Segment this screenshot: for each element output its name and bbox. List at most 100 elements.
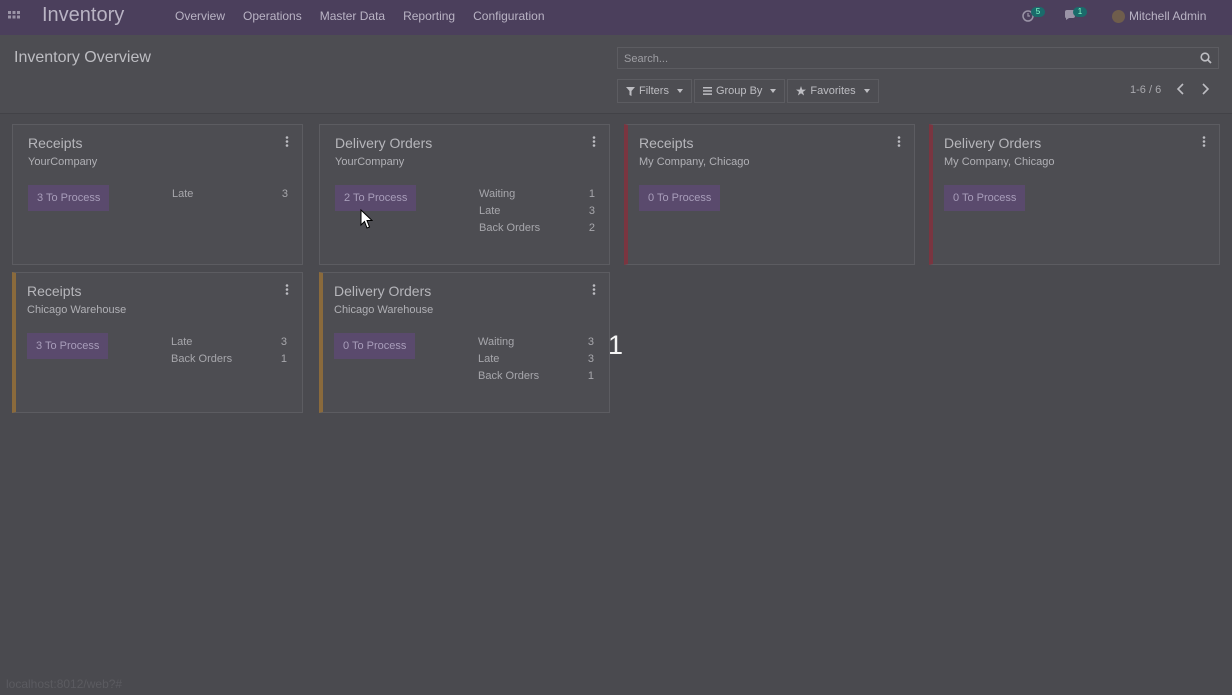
favorites-label: Favorites bbox=[810, 85, 856, 97]
vertical-dots-icon[interactable] bbox=[1202, 136, 1206, 147]
filters-label: Filters bbox=[639, 85, 669, 97]
group-by-button[interactable]: Group By bbox=[693, 79, 786, 103]
to-process-button[interactable]: 0 To Process bbox=[639, 185, 721, 211]
card-subtitle: Chicago Warehouse bbox=[334, 304, 434, 316]
apps-grid-icon[interactable] bbox=[8, 11, 20, 23]
stat-back-orders[interactable]: Back Orders 1 bbox=[478, 370, 594, 387]
caret-down-icon bbox=[863, 89, 870, 93]
stat-value: 3 bbox=[588, 205, 595, 217]
card-subtitle: YourCompany bbox=[28, 156, 98, 168]
stat-late[interactable]: Late 3 bbox=[479, 205, 595, 222]
card-stats: Late 3 Back Orders 1 bbox=[171, 336, 287, 370]
stat-label: Waiting bbox=[479, 188, 516, 200]
kanban-card-receipts-yourcompany: Receipts YourCompany 3 To Process Late 3 bbox=[12, 124, 303, 265]
search-box[interactable] bbox=[617, 47, 1219, 69]
kanban-card-receipts-chicago: Receipts My Company, Chicago 0 To Proces… bbox=[624, 124, 915, 265]
mouse-pointer-icon bbox=[360, 209, 373, 229]
card-subtitle: My Company, Chicago bbox=[944, 156, 1055, 168]
messages-chat-icon[interactable]: 1 bbox=[1064, 7, 1087, 27]
card-title[interactable]: Receipts bbox=[28, 135, 82, 151]
kanban-card-delivery-yourcompany: Delivery Orders YourCompany 2 To Process… bbox=[319, 124, 610, 265]
card-title[interactable]: Delivery Orders bbox=[335, 135, 432, 151]
filters-button[interactable]: Filters bbox=[617, 79, 692, 103]
stat-label: Late bbox=[479, 205, 501, 217]
stat-value: 3 bbox=[587, 336, 594, 348]
search-input[interactable] bbox=[622, 50, 1186, 68]
vertical-dots-icon[interactable] bbox=[285, 284, 289, 295]
menu-reporting[interactable]: Reporting bbox=[403, 9, 455, 23]
stat-value: 1 bbox=[280, 353, 287, 365]
to-process-button[interactable]: 0 To Process bbox=[944, 185, 1026, 211]
filter-funnel-icon bbox=[626, 86, 635, 96]
search-options: Filters Group By Favorites bbox=[617, 79, 879, 103]
menu-master-data[interactable]: Master Data bbox=[320, 9, 385, 23]
stat-value: 3 bbox=[281, 188, 288, 200]
user-avatar bbox=[1112, 9, 1125, 23]
card-subtitle: YourCompany bbox=[335, 156, 405, 168]
card-subtitle: Chicago Warehouse bbox=[27, 304, 127, 316]
stat-value: 3 bbox=[587, 353, 594, 365]
group-by-label: Group By bbox=[715, 85, 763, 97]
stat-waiting[interactable]: Waiting 1 bbox=[479, 188, 595, 205]
vertical-dots-icon[interactable] bbox=[285, 136, 289, 147]
main-menu: Overview Operations Master Data Reportin… bbox=[175, 9, 545, 23]
stat-back-orders[interactable]: Back Orders 1 bbox=[171, 353, 287, 370]
pager-value[interactable]: 1-6 / 6 bbox=[1130, 84, 1161, 96]
card-stats: Late 3 bbox=[172, 188, 288, 205]
activity-clock-icon[interactable]: 5 bbox=[1022, 7, 1045, 27]
to-process-button[interactable]: 2 To Process bbox=[335, 185, 417, 211]
favorites-button[interactable]: Favorites bbox=[787, 79, 879, 103]
stat-value: 1 bbox=[587, 370, 594, 382]
card-stats: Waiting 3 Late 3 Back Orders 1 bbox=[478, 336, 594, 387]
card-title[interactable]: Receipts bbox=[639, 135, 693, 151]
stat-label: Back Orders bbox=[479, 222, 541, 234]
top-navbar: Inventory Overview Operations Master Dat… bbox=[0, 0, 1232, 35]
kanban-card-delivery-chicago-warehouse: Delivery Orders Chicago Warehouse 0 To P… bbox=[319, 272, 610, 413]
to-process-button[interactable]: 0 To Process bbox=[334, 333, 416, 359]
activity-badge: 5 bbox=[1031, 7, 1045, 17]
stat-waiting[interactable]: Waiting 3 bbox=[478, 336, 594, 353]
stat-late[interactable]: Late 3 bbox=[478, 353, 594, 370]
stat-value: 1 bbox=[588, 188, 595, 200]
stat-label: Back Orders bbox=[478, 370, 540, 382]
card-title[interactable]: Delivery Orders bbox=[944, 135, 1041, 151]
card-title[interactable]: Receipts bbox=[27, 283, 81, 299]
stat-label: Late bbox=[171, 336, 193, 348]
overlay-step-number: 1 bbox=[608, 330, 624, 360]
control-panel: Inventory Overview Filters Group By Favo… bbox=[0, 35, 1232, 114]
to-process-button[interactable]: 3 To Process bbox=[27, 333, 109, 359]
list-bars-icon bbox=[702, 87, 712, 95]
messages-badge: 1 bbox=[1073, 7, 1087, 17]
caret-down-icon bbox=[770, 89, 777, 93]
card-subtitle: My Company, Chicago bbox=[639, 156, 750, 168]
stat-label: Late bbox=[172, 188, 194, 200]
card-title[interactable]: Delivery Orders bbox=[334, 283, 431, 299]
chevron-left-icon[interactable] bbox=[1176, 82, 1186, 96]
vertical-dots-icon[interactable] bbox=[592, 284, 596, 295]
vertical-dots-icon[interactable] bbox=[897, 136, 901, 147]
card-stats: Waiting 1 Late 3 Back Orders 2 bbox=[479, 188, 595, 239]
page-title: Inventory Overview bbox=[14, 49, 151, 66]
stat-label: Waiting bbox=[478, 336, 515, 348]
user-menu[interactable]: Mitchell Admin bbox=[1112, 9, 1206, 23]
kanban-card-delivery-chicago: Delivery Orders My Company, Chicago 0 To… bbox=[929, 124, 1220, 265]
caret-down-icon bbox=[676, 89, 683, 93]
vertical-dots-icon[interactable] bbox=[592, 136, 596, 147]
stat-label: Back Orders bbox=[171, 353, 233, 365]
menu-operations[interactable]: Operations bbox=[243, 9, 302, 23]
stat-label: Late bbox=[478, 353, 500, 365]
search-icon[interactable] bbox=[1200, 52, 1212, 64]
menu-overview[interactable]: Overview bbox=[175, 9, 225, 23]
stat-value: 2 bbox=[588, 222, 595, 234]
kanban-card-receipts-chicago-warehouse: Receipts Chicago Warehouse 3 To Process … bbox=[12, 272, 303, 413]
chevron-right-icon[interactable] bbox=[1200, 82, 1210, 96]
stat-value: 3 bbox=[280, 336, 287, 348]
app-title[interactable]: Inventory bbox=[42, 4, 124, 27]
stat-late[interactable]: Late 3 bbox=[171, 336, 287, 353]
star-icon bbox=[796, 86, 807, 96]
user-name: Mitchell Admin bbox=[1129, 9, 1207, 23]
menu-configuration[interactable]: Configuration bbox=[473, 9, 544, 23]
stat-late[interactable]: Late 3 bbox=[172, 188, 288, 205]
to-process-button[interactable]: 3 To Process bbox=[28, 185, 110, 211]
stat-back-orders[interactable]: Back Orders 2 bbox=[479, 222, 595, 239]
